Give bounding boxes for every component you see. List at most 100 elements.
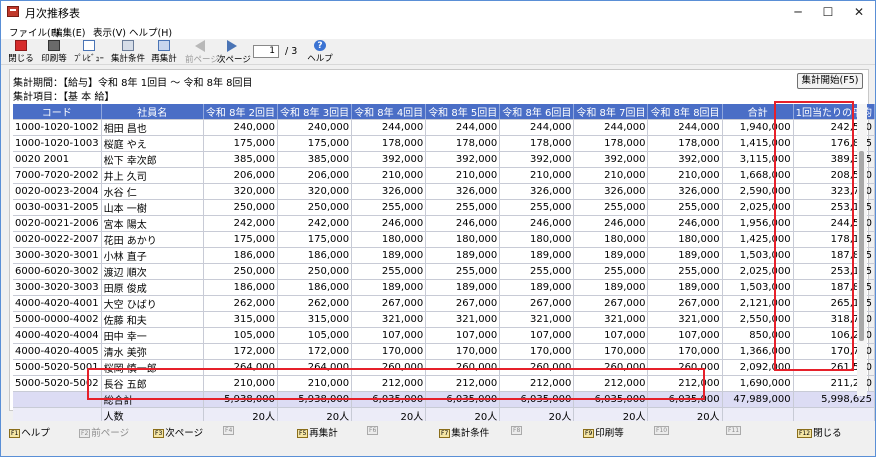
fkey-f4[interactable]: F4 — [223, 425, 235, 436]
fkey-f5[interactable]: F5 再集計 — [297, 425, 338, 439]
monthly-transition-table: コード 社員名 令和 8年 2回目 令和 8年 3回目 令和 8年 4回目 令和 8年 5… — [13, 104, 876, 440]
aggregation-period: 集計期間：【給与】令和 8年 1回目 ～ 令和 8年 8回目 — [13, 78, 253, 89]
function-key-bar — [1, 421, 875, 443]
amount-cell: 260,000 — [351, 359, 427, 376]
fkey-f2[interactable]: F2 前ページ — [79, 425, 129, 439]
amount-cell: 262,000 — [203, 295, 279, 312]
fkey-f1[interactable]: F1 ヘルプ — [9, 425, 50, 439]
amount-cell: 244,000 — [499, 119, 575, 136]
amount-cell: 2,092,000 — [722, 359, 794, 376]
amount-cell: 210,000 — [425, 167, 501, 184]
amount-cell: 850,000 — [722, 327, 794, 344]
amount-cell: 255,000 — [351, 199, 427, 216]
toolbar-close-button[interactable]: 閉じる — [7, 40, 35, 65]
fkey-label: 再集計 — [309, 428, 338, 439]
menu-view[interactable]: 表示(V) — [93, 25, 126, 39]
amount-cell: 1,668,000 — [722, 167, 794, 184]
window-title: 月次推移表 — [25, 7, 80, 20]
amount-cell: 246,000 — [425, 215, 501, 232]
fkey-f7[interactable]: F7 集計条件 — [439, 425, 489, 439]
arrow-left-icon — [195, 40, 205, 52]
amount-cell: 175,000 — [203, 231, 279, 248]
preview-icon — [83, 40, 95, 51]
fkey-label: 次ページ — [165, 428, 204, 439]
amount-cell: 2,590,000 — [722, 183, 794, 200]
fkey-badge: F1 — [9, 429, 21, 438]
fkey-f12[interactable]: F12 閉じる — [797, 425, 842, 439]
amount-cell: 178,000 — [647, 135, 723, 152]
amount-cell: 6,035,000 — [499, 391, 575, 408]
start-aggregation-button[interactable]: 集計開始(F5) — [797, 73, 863, 89]
employee-code-cell: 4000-4020-4001 — [13, 295, 102, 312]
amount-cell: 175,000 — [277, 231, 353, 248]
toolbar-preview-button[interactable]: ﾌﾟﾚﾋﾞｭｰ — [73, 40, 105, 65]
amount-cell: 107,000 — [425, 327, 501, 344]
amount-cell: 172,000 — [203, 343, 279, 360]
toolbar-help-button[interactable]: ? ヘルプ — [306, 40, 334, 65]
amount-cell: 206,000 — [277, 167, 353, 184]
amount-cell: 178,000 — [351, 135, 427, 152]
column-header: 令和 8年 5回目 — [425, 104, 501, 120]
amount-cell: 107,000 — [499, 327, 575, 344]
amount-cell: 6,035,000 — [425, 391, 501, 408]
table-row: 6000-6020-3002 渡辺 順次 250,000 250,000 255,000… — [13, 263, 876, 280]
minimize-button[interactable]: ─ — [783, 1, 813, 23]
toolbar-prev-page-button[interactable]: 前ページ — [185, 40, 219, 65]
aggregation-item: 集計項目：【基 本 給】 — [13, 92, 115, 103]
amount-cell: 321,000 — [647, 311, 723, 328]
table-row: 0020-0022-2007 花田 あかり 175,000 175,000 180,00… — [13, 231, 876, 248]
close-window-button[interactable]: ✕ — [844, 1, 874, 23]
amount-cell: 180,000 — [499, 231, 575, 248]
toolbar-print-button[interactable]: 印刷等 — [39, 40, 69, 65]
employee-name-cell: 井上 久司 — [101, 167, 204, 184]
scrollbar-thumb[interactable] — [859, 151, 864, 341]
toolbar: 閉じる 印刷等 ﾌﾟﾚﾋﾞｭｰ 集計条件 再集計 前ページ 次ページ ? ヘルプ — [1, 39, 875, 65]
amount-cell: 267,000 — [573, 295, 649, 312]
column-header: 令和 8年 6回目 — [499, 104, 575, 120]
amount-cell: 189,000 — [573, 247, 649, 264]
amount-cell: 6,035,000 — [647, 391, 723, 408]
maximize-button[interactable]: ☐ — [813, 1, 843, 23]
fkey-f11[interactable]: F11 — [726, 425, 742, 436]
column-header: 令和 8年 4回目 — [351, 104, 427, 120]
amount-cell: 320,000 — [203, 183, 279, 200]
amount-cell: 250,000 — [203, 263, 279, 280]
employee-name-cell: 田原 俊成 — [101, 279, 204, 296]
toolbar-next-page-button[interactable]: 次ページ — [217, 40, 251, 65]
employee-code-cell: 5000-5020-5001 — [13, 359, 102, 376]
amount-cell: 189,000 — [647, 247, 723, 264]
amount-cell: 255,000 — [499, 263, 575, 280]
fkey-f8[interactable]: F8 — [511, 425, 523, 436]
menu-help[interactable]: ヘルプ(H) — [129, 25, 172, 39]
amount-cell: 242,000 — [203, 215, 279, 232]
amount-cell: 189,000 — [499, 279, 575, 296]
amount-cell: 1,425,000 — [722, 231, 794, 248]
fkey-badge: F4 — [223, 426, 235, 435]
table-row: 3000-3020-3003 田原 俊成 186,000 186,000 189,000… — [13, 279, 876, 296]
grand-total-row: 総合計 5,938,000 5,938,000 6,035,000 6,035,000 6… — [13, 391, 876, 408]
amount-cell: 326,000 — [647, 183, 723, 200]
employee-name-cell: 大空 ひばり — [101, 295, 204, 312]
amount-cell: 255,000 — [573, 199, 649, 216]
fkey-f10[interactable]: F10 — [654, 425, 670, 436]
amount-cell: 212,000 — [647, 375, 723, 392]
amount-cell: 315,000 — [203, 311, 279, 328]
amount-cell: 170,000 — [425, 343, 501, 360]
fkey-f6[interactable]: F6 — [367, 425, 379, 436]
employee-name-cell: 佐藤 和夫 — [101, 311, 204, 328]
page-number-input[interactable]: 1 — [253, 45, 279, 58]
table-row: 0020-0021-2006 宮本 陽太 242,000 242,000 246,000… — [13, 215, 876, 232]
toolbar-recalc-button[interactable]: 再集計 — [149, 40, 179, 65]
amount-cell: 180,000 — [573, 231, 649, 248]
fkey-f3[interactable]: F3 次ページ — [153, 425, 203, 439]
printer-icon — [48, 40, 60, 51]
fkey-f9[interactable]: F9 印刷等 — [583, 425, 624, 439]
employee-name-cell: 桜岡 慎一郎 — [101, 359, 204, 376]
menu-edit[interactable]: 編集(E) — [53, 25, 85, 39]
toolbar-conditions-button[interactable]: 集計条件 — [111, 40, 145, 65]
amount-cell: 189,000 — [425, 279, 501, 296]
amount-cell: 206,000 — [203, 167, 279, 184]
amount-cell: 255,000 — [351, 263, 427, 280]
amount-cell: 255,000 — [573, 263, 649, 280]
amount-cell: 246,000 — [573, 215, 649, 232]
